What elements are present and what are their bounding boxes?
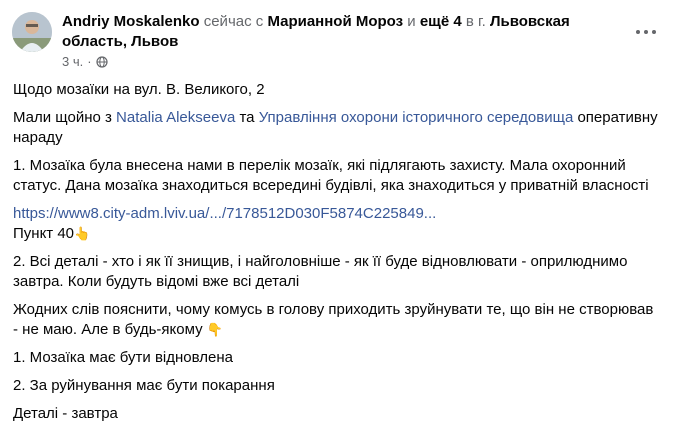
avatar-photo [12,12,52,52]
separator-dot: · [87,54,92,69]
meeting-text-middle: та [235,109,259,126]
paragraph-meeting: Мали щойно з Natalia Alekseeva та Управл… [13,108,662,148]
external-url-link[interactable]: https://www8.city-adm.lviv.ua/.../717851… [13,205,436,222]
paragraph-list-2: 2. За руйнування має бути покарання [13,377,275,394]
paragraph-point-1: 1. Мозаїка була внесена нами в перелік м… [13,157,649,194]
author-name[interactable]: Andriy Moskalenko [62,13,200,30]
timestamp[interactable]: 3 ч. [62,54,83,70]
pointing-up-emoji-icon: 👆 [74,226,91,241]
tagged-others[interactable]: ещё 4 [420,13,462,30]
and-word: и [407,13,416,30]
post-meta: Andriy Moskalenko сейчас с Марианной Мор… [62,12,634,70]
tagged-person[interactable]: Марианной Мороз [267,13,403,30]
globe-icon [95,56,108,68]
paragraph-topic: Щодо мозаїки на вул. В. Великого, 2 [13,81,265,98]
facebook-post: Andriy Moskalenko сейчас с Марианной Мор… [0,0,674,425]
meeting-text-before: Мали щойно з [13,109,117,126]
avatar[interactable] [12,12,52,52]
statement-text: Жодних слів пояснити, чому комусь в голо… [13,301,654,338]
location-prefix: в г. [465,13,486,30]
more-dots-icon [644,30,648,34]
item-40-text: Пункт 40 [13,225,75,242]
paragraph-url: https://www8.city-adm.lviv.ua/.../717851… [13,204,662,224]
more-dots-icon [636,30,640,34]
paragraph-item-40: Пункт 40👆 [13,224,662,244]
time-phrase: сейчас с [203,13,264,30]
mention-department-link[interactable]: Управління охорони історичного середовищ… [259,109,574,126]
paragraph-statement: Жодних слів пояснити, чому комусь в голо… [13,300,662,340]
paragraph-point-2: 2. Всі деталі - хто і як її знищив, і на… [13,253,628,290]
post-title-line: Andriy Moskalenko сейчас с Марианной Мор… [62,12,634,52]
more-options-button[interactable] [628,18,664,46]
post-header: Andriy Moskalenko сейчас с Марианной Мор… [12,10,634,70]
more-dots-icon [652,30,656,34]
mention-natalia-link[interactable]: Natalia Alekseeva [116,109,235,126]
paragraph-details: Деталі - завтра [13,405,118,422]
pointing-down-emoji-icon: 👇 [206,322,223,337]
post-subline: 3 ч. · [62,54,634,70]
paragraph-list-1: 1. Мозаїка має бути відновлена [13,349,233,366]
post-content: Щодо мозаїки на вул. В. Великого, 2 Мали… [13,80,662,424]
